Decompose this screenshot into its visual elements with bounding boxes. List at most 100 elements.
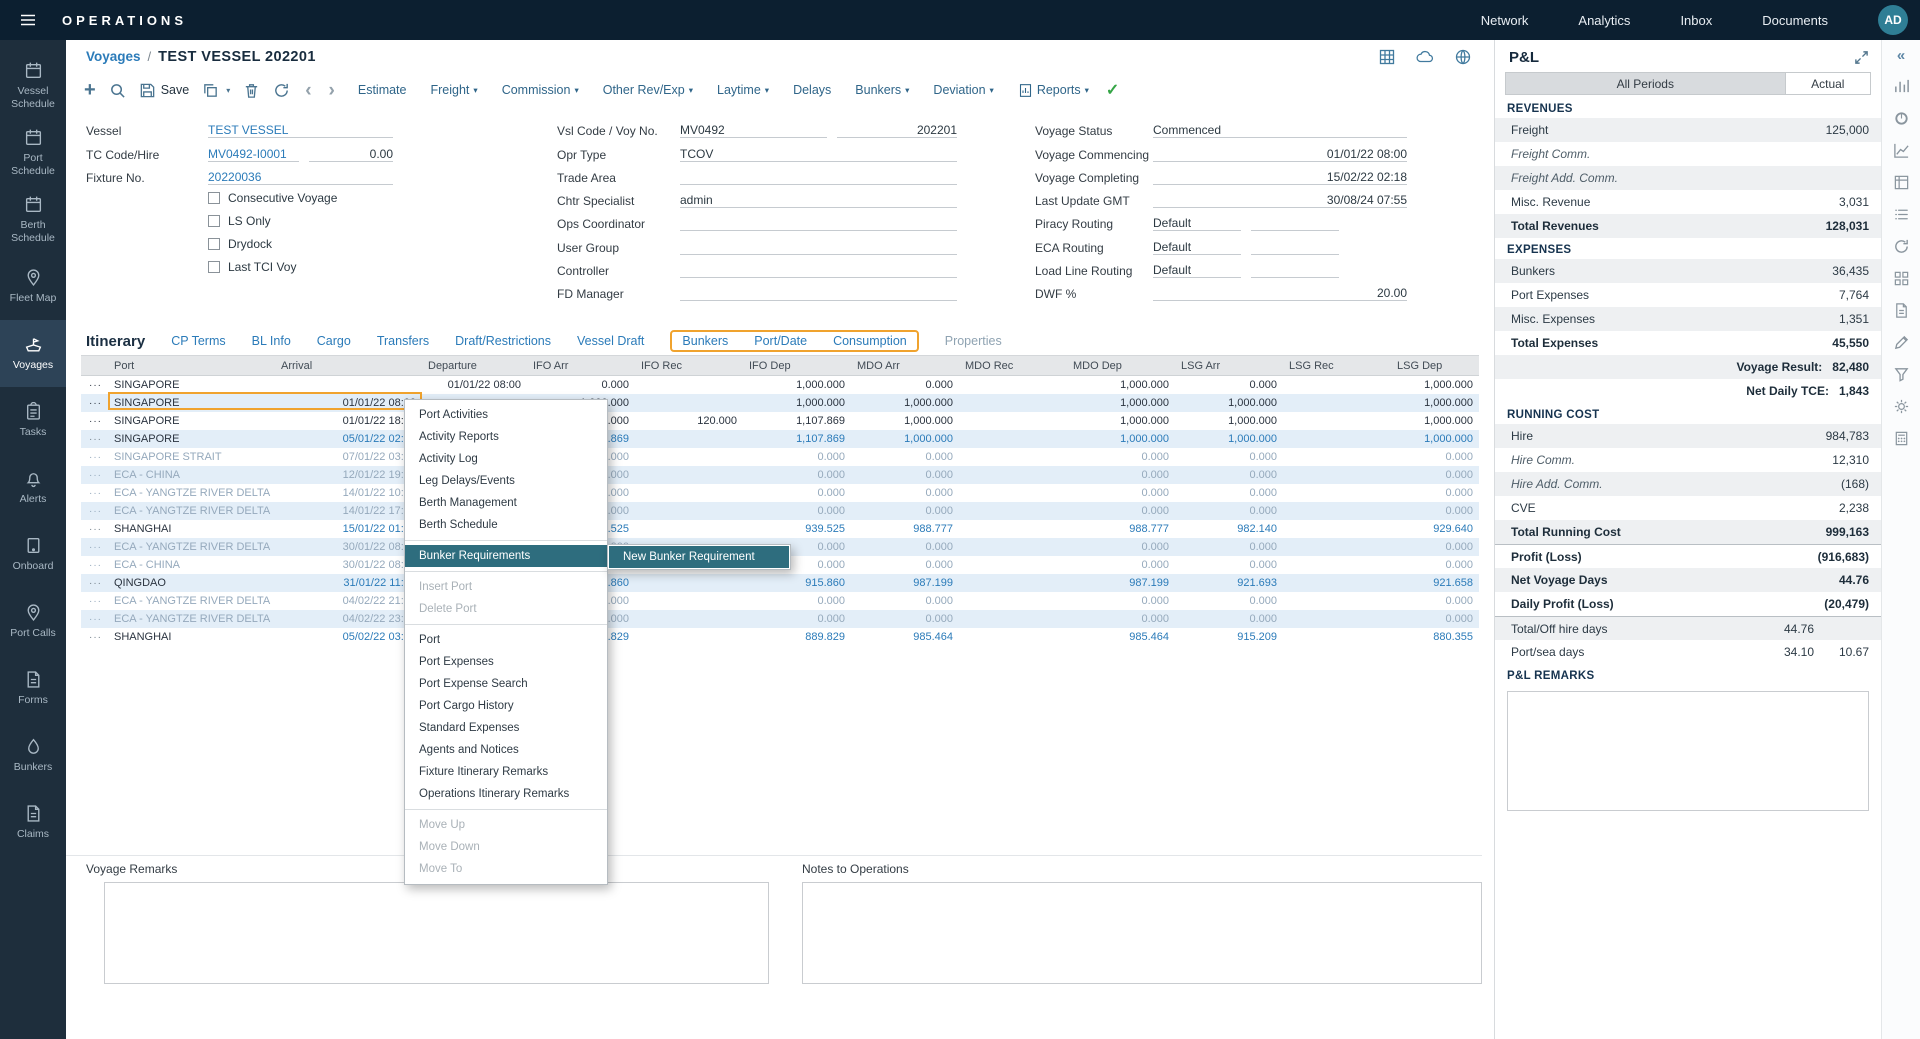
row-menu-button[interactable]: ··· xyxy=(81,538,108,556)
field-chtr-specialist-value[interactable]: admin xyxy=(680,193,957,207)
field-opr-type[interactable]: TCOV xyxy=(680,144,957,162)
settings-icon[interactable] xyxy=(1893,398,1910,415)
row-menu-button[interactable]: ··· xyxy=(81,412,108,430)
field-last-update-gmt[interactable]: 30/08/24 07:55 xyxy=(1153,190,1407,208)
line-chart-icon[interactable] xyxy=(1893,142,1910,159)
row-menu-button[interactable]: ··· xyxy=(81,628,108,646)
sync-icon[interactable] xyxy=(1893,238,1910,255)
field-tc-code-hire-amount[interactable]: 0.00 xyxy=(309,144,393,162)
field-voyage-status[interactable]: Commenced xyxy=(1153,120,1407,138)
field-fixture-no[interactable]: 20220036 xyxy=(208,167,393,185)
cloud-sync-icon[interactable] xyxy=(1416,48,1434,66)
menu-item-port-cargo-history[interactable]: Port Cargo History xyxy=(405,695,607,717)
menu-item-port-expenses[interactable]: Port Expenses xyxy=(405,651,607,673)
field-controller[interactable] xyxy=(680,260,957,278)
delete-button[interactable] xyxy=(243,82,260,99)
topnav-documents[interactable]: Documents xyxy=(1762,13,1828,28)
field-voyage-commencing[interactable]: 01/01/22 08:00 xyxy=(1153,144,1407,162)
avatar[interactable]: AD xyxy=(1878,5,1908,35)
field-piracy-routing-2[interactable] xyxy=(1251,213,1339,231)
topnav-analytics[interactable]: Analytics xyxy=(1578,13,1630,28)
voyage-remarks-input[interactable] xyxy=(104,882,769,984)
row-menu-button[interactable]: ··· xyxy=(81,376,108,394)
tab-consumption[interactable]: Consumption xyxy=(833,334,907,348)
itinerary-row[interactable]: ···QINGDAO31/01/22 11:50915.860915.86098… xyxy=(81,574,1479,592)
menu-item-new-bunker-requirement[interactable]: New Bunker Requirement xyxy=(609,546,789,568)
field-voyage-status-value[interactable]: Commenced xyxy=(1153,123,1407,137)
toolbar-commission-button[interactable]: Commission▾ xyxy=(502,83,579,97)
notes-to-operations-input[interactable] xyxy=(802,882,1482,984)
menu-item-berth-management[interactable]: Berth Management xyxy=(405,492,607,514)
field-voyage-completing[interactable]: 15/02/22 02:18 xyxy=(1153,167,1407,185)
calculator-icon[interactable] xyxy=(1893,430,1910,447)
row-menu-button[interactable]: ··· xyxy=(81,610,108,628)
field-vsl-code-voy-no-value[interactable]: MV0492 xyxy=(680,123,827,137)
menu-item-operations-itinerary-remarks[interactable]: Operations Itinerary Remarks xyxy=(405,783,607,805)
field-load-line-routing-value[interactable]: Default xyxy=(1153,263,1241,277)
edit-icon[interactable] xyxy=(1893,334,1910,351)
sidebar-item-bunkers[interactable]: Bunkers xyxy=(0,722,66,789)
sidebar-item-alerts[interactable]: Alerts xyxy=(0,454,66,521)
field-eca-routing[interactable]: Default xyxy=(1153,237,1241,255)
sidebar-item-onboard[interactable]: Onboard xyxy=(0,521,66,588)
refresh-button[interactable] xyxy=(273,82,290,99)
row-menu-button[interactable]: ··· xyxy=(81,466,108,484)
tab-itinerary[interactable]: Itinerary xyxy=(86,333,145,350)
tab-port-date[interactable]: Port/Date xyxy=(754,334,807,348)
field-vessel-value[interactable]: TEST VESSEL xyxy=(208,123,393,137)
breadcrumb-voyages-link[interactable]: Voyages xyxy=(86,49,141,64)
menu-item-activity-reports[interactable]: Activity Reports xyxy=(405,426,607,448)
checkbox-last-tci-voy[interactable]: Last TCI Voy xyxy=(208,256,393,279)
checkbox-drydock[interactable]: Drydock xyxy=(208,233,393,256)
expand-panel-icon[interactable] xyxy=(1854,50,1869,65)
donut-chart-icon[interactable] xyxy=(1893,110,1910,127)
grid-view-icon[interactable] xyxy=(1378,48,1396,66)
topnav-network[interactable]: Network xyxy=(1481,13,1529,28)
menu-item-agents-and-notices[interactable]: Agents and Notices xyxy=(405,739,607,761)
document-icon[interactable] xyxy=(1893,302,1910,319)
field-load-line-routing-2[interactable] xyxy=(1251,260,1339,278)
field-voyage-completing-value[interactable]: 15/02/22 02:18 xyxy=(1153,170,1407,184)
menu-item-port-expense-search[interactable]: Port Expense Search xyxy=(405,673,607,695)
toolbar-estimate-button[interactable]: Estimate xyxy=(358,83,407,97)
itinerary-row[interactable]: ···SINGAPORE STRAIT07/01/22 03:500.0000.… xyxy=(81,448,1479,466)
field-voyage-commencing-value[interactable]: 01/01/22 08:00 xyxy=(1153,147,1407,161)
tab-transfers[interactable]: Transfers xyxy=(377,334,429,348)
copy-button[interactable]: ▾ xyxy=(202,82,230,99)
toolbar-other-rev-exp-button[interactable]: Other Rev/Exp▾ xyxy=(603,83,693,97)
itinerary-row[interactable]: ···ECA - YANGTZE RIVER DELTA14/01/22 17:… xyxy=(81,502,1479,520)
itinerary-row[interactable]: ···ECA - CHINA12/01/22 19:300.0000.0000.… xyxy=(81,466,1479,484)
itinerary-row[interactable]: ···SINGAPORE01/01/22 18:001,000.000120.0… xyxy=(81,412,1479,430)
sidebar-item-tasks[interactable]: Tasks xyxy=(0,387,66,454)
itinerary-row[interactable]: ···ECA - YANGTZE RIVER DELTA04/02/22 21:… xyxy=(81,592,1479,610)
tab-cp-terms[interactable]: CP Terms xyxy=(171,334,225,348)
tab-bl-info[interactable]: BL Info xyxy=(252,334,291,348)
field-fixture-no-value[interactable]: 20220036 xyxy=(208,170,393,184)
itinerary-row[interactable]: ···SHANGHAI15/01/22 01:40939.525939.5259… xyxy=(81,520,1479,538)
list-icon[interactable] xyxy=(1893,206,1910,223)
field-vsl-code-voy-no-2[interactable]: 202201 xyxy=(837,120,957,138)
row-menu-button[interactable]: ··· xyxy=(81,574,108,592)
row-menu-button[interactable]: ··· xyxy=(81,430,108,448)
sidebar-item-claims[interactable]: Claims xyxy=(0,789,66,856)
sidebar-item-vessel-schedule[interactable]: Vessel Schedule xyxy=(0,52,66,119)
field-trade-area[interactable] xyxy=(680,167,957,185)
sidebar-item-berth-schedule[interactable]: Berth Schedule xyxy=(0,186,66,253)
toolbar-deviation-button[interactable]: Deviation▾ xyxy=(933,83,993,97)
tab-properties[interactable]: Properties xyxy=(945,334,1002,348)
row-menu-button[interactable]: ··· xyxy=(81,502,108,520)
tab-all-periods[interactable]: All Periods xyxy=(1506,73,1785,94)
field-piracy-routing[interactable]: Default xyxy=(1153,213,1241,231)
row-menu-button[interactable]: ··· xyxy=(81,520,108,538)
row-menu-button[interactable]: ··· xyxy=(81,556,108,574)
add-button[interactable]: + xyxy=(84,80,96,100)
field-piracy-routing-value[interactable]: Default xyxy=(1153,216,1241,230)
sidebar-item-fleet-map[interactable]: Fleet Map xyxy=(0,253,66,320)
toolbar-laytime-button[interactable]: Laytime▾ xyxy=(717,83,769,97)
menu-item-activity-log[interactable]: Activity Log xyxy=(405,448,607,470)
checkbox-consecutive-voyage[interactable]: Consecutive Voyage xyxy=(208,187,393,210)
row-menu-button[interactable]: ··· xyxy=(81,484,108,502)
sidebar-item-forms[interactable]: Forms xyxy=(0,655,66,722)
hamburger-menu-icon[interactable] xyxy=(0,11,56,29)
topnav-inbox[interactable]: Inbox xyxy=(1680,13,1712,28)
